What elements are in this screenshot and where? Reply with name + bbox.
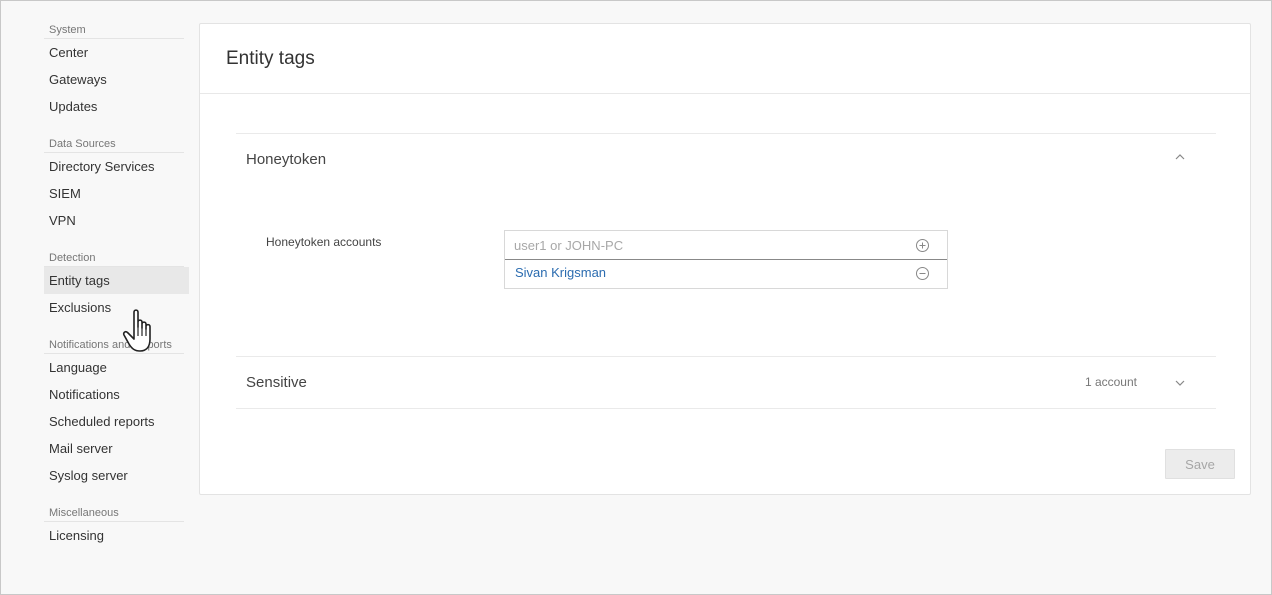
sensitive-section-title: Sensitive — [246, 374, 307, 391]
page-title: Entity tags — [226, 48, 315, 69]
card-header: Entity tags — [200, 24, 1250, 94]
minus-circle-icon[interactable] — [915, 266, 930, 281]
sidebar-group-title: Notifications and Reports — [44, 335, 184, 354]
sidebar-item-scheduled-reports[interactable]: Scheduled reports — [44, 408, 189, 435]
honeytoken-section: Honeytoken Honeytoken accounts Sivan Kri… — [236, 133, 1216, 357]
sidebar-group-notifications-reports: Notifications and Reports Language Notif… — [44, 335, 189, 489]
sidebar-item-language[interactable]: Language — [44, 354, 189, 381]
sidebar-item-entity-tags[interactable]: Entity tags — [44, 267, 189, 294]
sidebar-item-directory-services[interactable]: Directory Services — [44, 153, 189, 180]
sidebar-item-mail-server[interactable]: Mail server — [44, 435, 189, 462]
sidebar-item-notifications[interactable]: Notifications — [44, 381, 189, 408]
sensitive-account-count: 1 account — [1084, 375, 1137, 389]
honeytoken-account-row: Sivan Krigsman — [505, 260, 947, 288]
sidebar-item-vpn[interactable]: VPN — [44, 207, 189, 234]
sidebar-group-title: Data Sources — [44, 134, 184, 153]
sidebar-item-syslog-server[interactable]: Syslog server — [44, 462, 189, 489]
sensitive-section-header[interactable]: Sensitive 1 account — [236, 357, 1216, 409]
honeytoken-account-link[interactable]: Sivan Krigsman — [515, 260, 606, 286]
save-button[interactable]: Save — [1165, 449, 1235, 479]
sidebar-group-title: Miscellaneous — [44, 503, 184, 522]
chevron-up-icon[interactable] — [1173, 150, 1187, 164]
honeytoken-account-input[interactable] — [505, 231, 947, 259]
sidebar-group-detection: Detection Entity tags Exclusions — [44, 248, 189, 321]
sidebar-group-title: System — [44, 20, 184, 39]
sidebar-item-updates[interactable]: Updates — [44, 93, 189, 120]
sensitive-section: Sensitive 1 account — [236, 356, 1216, 409]
honeytoken-section-title: Honeytoken — [246, 151, 327, 168]
sidebar-group-data-sources: Data Sources Directory Services SIEM VPN — [44, 134, 189, 234]
sidebar-item-exclusions[interactable]: Exclusions — [44, 294, 189, 321]
sidebar-item-siem[interactable]: SIEM — [44, 180, 189, 207]
chevron-down-icon[interactable] — [1173, 376, 1187, 390]
honeytoken-input-row — [505, 231, 947, 260]
honeytoken-accounts-field: Sivan Krigsman — [504, 230, 948, 289]
hand-pointer-cursor-icon — [122, 309, 151, 352]
sidebar-item-licensing[interactable]: Licensing — [44, 522, 189, 549]
settings-sidebar: System Center Gateways Updates Data Sour… — [44, 20, 189, 563]
honeytoken-section-header[interactable]: Honeytoken — [236, 134, 1216, 186]
sidebar-item-center[interactable]: Center — [44, 39, 189, 66]
honeytoken-accounts-label: Honeytoken accounts — [266, 235, 382, 249]
sidebar-group-title: Detection — [44, 248, 184, 267]
sidebar-group-miscellaneous: Miscellaneous Licensing — [44, 503, 189, 549]
entity-tags-card: Entity tags Honeytoken Honeytoken accoun… — [199, 23, 1251, 495]
plus-circle-icon[interactable] — [915, 238, 930, 253]
sidebar-group-system: System Center Gateways Updates — [44, 20, 189, 120]
sidebar-item-gateways[interactable]: Gateways — [44, 66, 189, 93]
